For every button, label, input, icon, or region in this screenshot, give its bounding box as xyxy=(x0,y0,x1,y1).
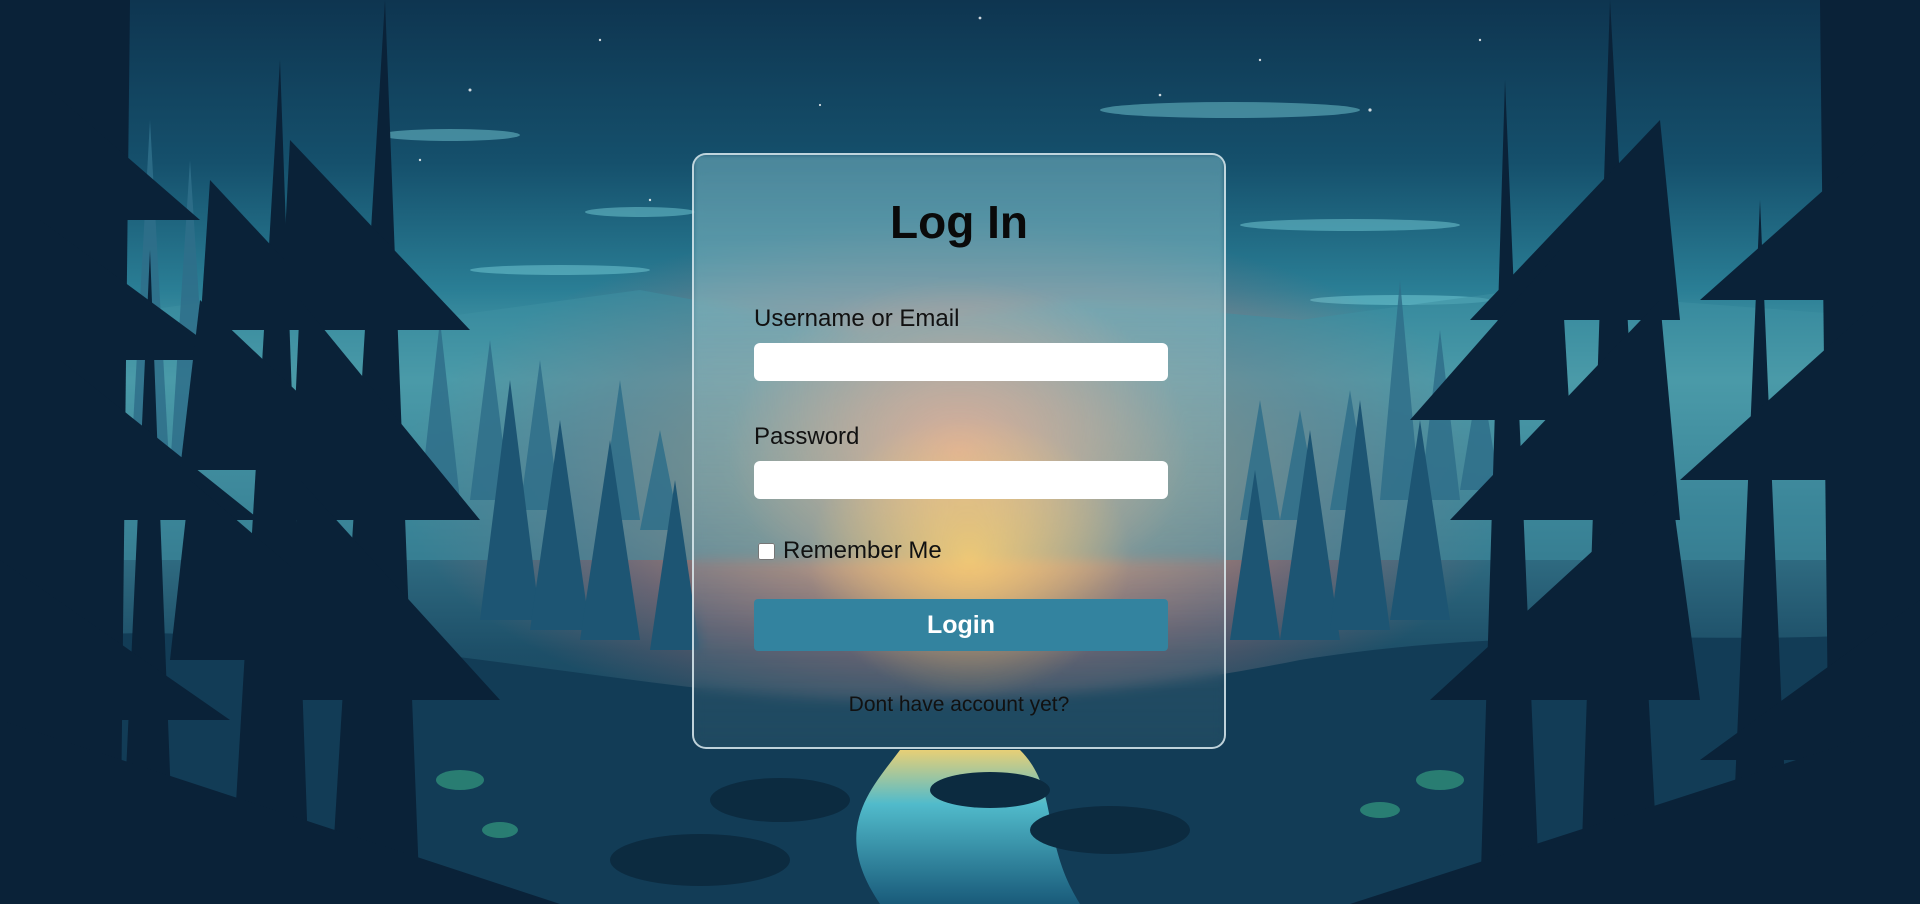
remember-me-checkbox[interactable] xyxy=(758,542,775,560)
signup-link[interactable]: Dont have account yet? xyxy=(694,693,1224,717)
login-title: Log In xyxy=(890,196,1028,248)
remember-me-row: Remember Me xyxy=(758,537,942,565)
password-label: Password xyxy=(754,423,860,450)
login-card: Log In Username or Email Password Rememb… xyxy=(692,153,1226,749)
username-label: Username or Email xyxy=(754,305,960,332)
login-button[interactable]: Login xyxy=(754,599,1168,651)
remember-me-label[interactable]: Remember Me xyxy=(783,537,942,565)
username-input[interactable] xyxy=(754,343,1168,381)
password-input[interactable] xyxy=(754,461,1168,499)
